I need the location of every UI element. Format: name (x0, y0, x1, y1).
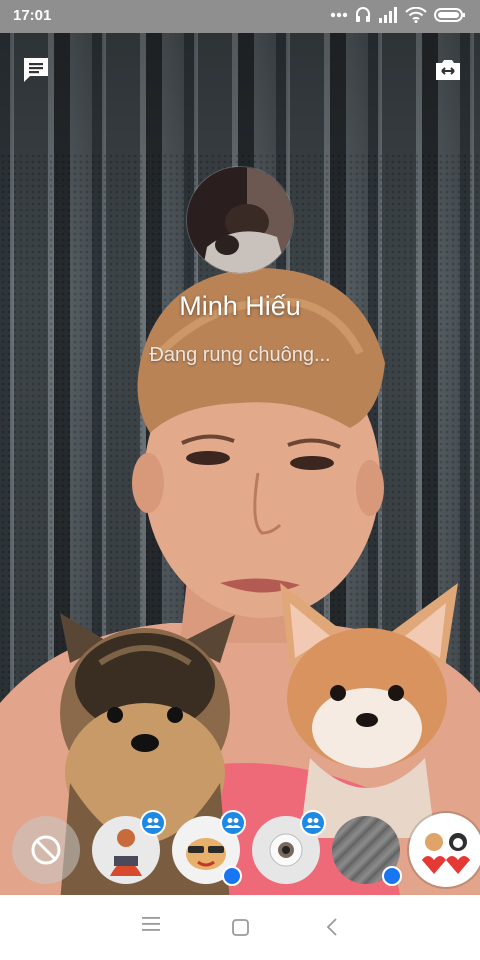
caller-photo (187, 167, 293, 273)
group-icon (305, 818, 321, 828)
menu-icon[interactable] (142, 917, 160, 931)
group-effect-badge (300, 810, 326, 836)
dog-sticker-right (280, 583, 458, 838)
group-icon (145, 818, 161, 828)
effect-dogs-hearts[interactable] (412, 816, 480, 884)
dogs-hearts-icon (422, 833, 470, 874)
status-icons (330, 6, 466, 24)
call-status: Đang rung chuông... (149, 344, 331, 366)
back-icon[interactable] (326, 918, 338, 936)
home-icon[interactable] (232, 919, 249, 936)
group-effect-badge (140, 810, 166, 836)
wifi-icon (405, 7, 427, 23)
status-bar: 17:01 (0, 0, 480, 33)
effects-tray (0, 810, 480, 886)
battery-icon (434, 8, 465, 22)
navigation-bar (0, 895, 480, 960)
effect-eyeball[interactable] (252, 810, 326, 884)
effect-dog-sunglasses[interactable] (172, 810, 246, 886)
switch-camera-icon[interactable] (434, 58, 462, 82)
headset-icon (356, 7, 370, 22)
chat-icon[interactable] (22, 56, 50, 84)
effect-glass-filter[interactable] (332, 816, 402, 886)
new-effect-dot (222, 866, 242, 886)
group-effect-badge (220, 810, 246, 836)
no-effect-icon (31, 835, 61, 865)
signal-icon (379, 7, 397, 23)
caller-avatar (187, 167, 293, 273)
camera-preview: Minh Hiếu Đang rung chuông... (0, 33, 480, 895)
new-effect-dot (382, 866, 402, 886)
effect-none[interactable] (12, 816, 80, 884)
more-dots-icon (330, 12, 348, 18)
group-icon (225, 818, 241, 828)
caller-name: Minh Hiếu (179, 291, 301, 321)
status-time: 17:01 (13, 7, 52, 24)
effect-avatar-sticker[interactable] (92, 810, 166, 884)
